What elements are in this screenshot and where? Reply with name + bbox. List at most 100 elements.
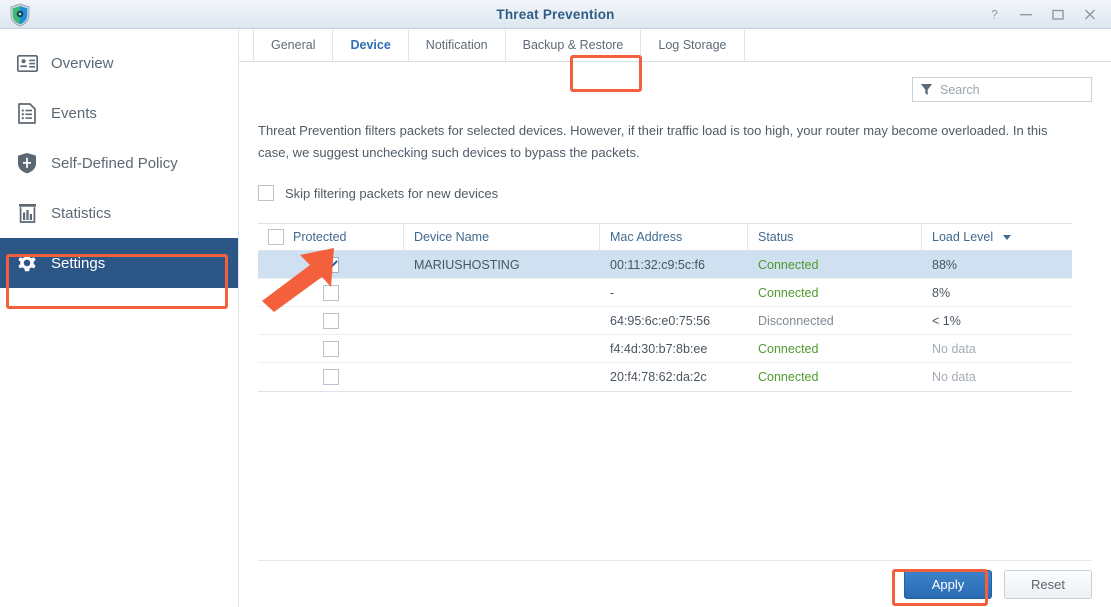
select-all-checkbox[interactable] <box>268 229 284 245</box>
protected-checkbox-row-4[interactable] <box>323 340 339 357</box>
sidebar-item-label: Statistics <box>51 204 112 222</box>
filter-icon <box>920 83 933 96</box>
row-device-name <box>404 335 600 363</box>
row-device-name <box>404 279 600 307</box>
tab-label: Device <box>350 38 391 52</box>
tab-general[interactable]: General <box>253 29 334 61</box>
row-status: Connected <box>758 257 819 272</box>
row-load-level: 8% <box>932 285 951 300</box>
sort-desc-icon <box>1003 234 1012 240</box>
apply-button[interactable]: Apply <box>904 569 992 599</box>
row-mac-address: 20:f4:78:62:da:2c <box>610 370 707 384</box>
skip-filtering-row[interactable]: Skip filtering packets for new devices <box>258 185 1092 201</box>
svg-text:?: ? <box>991 8 998 21</box>
tab-backup-restore[interactable]: Backup & Restore <box>506 29 642 61</box>
column-header-status[interactable]: Status <box>748 223 922 251</box>
close-button[interactable] <box>1075 2 1105 28</box>
row-status: Disconnected <box>758 313 834 328</box>
table-row[interactable]: MARIUSHOSTING 00:11:32:c9:5c:f6 Connecte… <box>258 251 1072 279</box>
sidebar: Overview Events Self-Defined Policy Stat… <box>0 29 239 607</box>
help-button[interactable]: ? <box>979 2 1009 28</box>
row-load-level: No data <box>932 341 976 356</box>
tab-label: Log Storage <box>658 38 727 52</box>
maximize-button[interactable] <box>1043 2 1073 28</box>
row-mac-address: 64:95:6c:e0:75:56 <box>610 313 711 328</box>
window-body: Overview Events Self-Defined Policy Stat… <box>0 29 1111 607</box>
row-load-level: No data <box>932 370 976 384</box>
row-status: Connected <box>758 341 819 356</box>
column-header-load-level[interactable]: Load Level <box>922 224 1072 251</box>
reset-button[interactable]: Reset <box>1004 569 1092 599</box>
search-input[interactable]: Search <box>912 77 1092 102</box>
title-bar: Threat Prevention ? <box>0 0 1111 29</box>
reset-label: Reset <box>1031 576 1065 592</box>
row-device-name <box>404 363 600 391</box>
row-protected-cell[interactable] <box>258 279 404 307</box>
column-label: Load Level <box>932 230 994 244</box>
content-area: Search Threat Prevention filters packets… <box>239 62 1111 560</box>
window-controls: ? <box>979 0 1105 29</box>
table-row[interactable]: 64:95:6c:e0:75:56 Disconnected < 1% <box>258 307 1072 335</box>
tab-bar: General Device Notification Backup & Res… <box>239 29 1111 62</box>
sidebar-item-label: Events <box>51 104 97 122</box>
column-header-device-name[interactable]: Device Name <box>404 223 600 251</box>
skip-filtering-label: Skip filtering packets for new devices <box>285 185 499 201</box>
tab-log-storage[interactable]: Log Storage <box>641 29 745 61</box>
sidebar-item-label: Overview <box>51 54 114 72</box>
minimize-button[interactable] <box>1011 2 1041 28</box>
row-status: Connected <box>758 370 819 384</box>
search-placeholder: Search <box>940 82 980 97</box>
tab-label: General <box>271 38 316 52</box>
protected-checkbox-row-2[interactable] <box>323 284 339 301</box>
table-row[interactable]: - Connected 8% <box>258 279 1072 307</box>
sidebar-item-overview[interactable]: Overview <box>0 38 238 88</box>
document-list-icon <box>16 102 38 124</box>
protected-checkbox-row-5[interactable] <box>323 369 339 385</box>
device-table: Protected Device Name Mac Address Status <box>258 223 1072 392</box>
id-card-icon <box>16 52 38 74</box>
column-header-mac-address[interactable]: Mac Address <box>600 223 748 251</box>
protected-checkbox-row-3[interactable] <box>323 312 339 329</box>
row-protected-cell[interactable] <box>258 335 404 363</box>
tab-notification[interactable]: Notification <box>409 29 506 61</box>
threat-prevention-window: Threat Prevention ? Overview Events Self… <box>0 0 1111 607</box>
column-header-protected[interactable]: Protected <box>258 223 404 251</box>
sidebar-item-self-defined-policy[interactable]: Self-Defined Policy <box>0 138 238 188</box>
row-protected-cell[interactable] <box>258 251 404 279</box>
skip-filtering-checkbox[interactable] <box>258 185 274 201</box>
protected-checkbox-row-1[interactable] <box>323 256 339 273</box>
row-load-level: 88% <box>932 257 958 272</box>
sidebar-item-settings[interactable]: Settings <box>0 238 238 288</box>
window-title: Threat Prevention <box>496 6 615 22</box>
shield-icon <box>16 152 38 174</box>
column-label: Mac Address <box>610 230 683 244</box>
footer-bar: Apply Reset <box>258 560 1092 607</box>
apply-label: Apply <box>931 576 965 592</box>
table-row[interactable]: 20:f4:78:62:da:2c Connected No data <box>258 363 1072 391</box>
shield-icon <box>7 2 33 28</box>
tab-label: Backup & Restore <box>522 38 624 52</box>
tab-device[interactable]: Device <box>333 29 409 61</box>
tab-label: Notification <box>425 38 488 52</box>
row-protected-cell[interactable] <box>258 307 404 335</box>
sidebar-item-statistics[interactable]: Statistics <box>0 188 238 238</box>
gear-icon <box>16 252 38 274</box>
column-label: Device Name <box>414 230 490 244</box>
main-panel: General Device Notification Backup & Res… <box>239 29 1111 607</box>
row-mac-address: f4:4d:30:b7:8b:ee <box>610 341 708 356</box>
column-label: Protected <box>293 230 347 244</box>
description-text: Threat Prevention filters packets for se… <box>258 123 1048 160</box>
row-load-level: < 1% <box>932 313 961 328</box>
row-mac-address: - <box>610 285 615 300</box>
sidebar-item-events[interactable]: Events <box>0 88 238 138</box>
row-mac-address: 00:11:32:c9:5c:f6 <box>610 257 705 272</box>
table-row[interactable]: f4:4d:30:b7:8b:ee Connected No data <box>258 335 1072 363</box>
sidebar-item-label: Settings <box>51 254 106 272</box>
row-protected-cell[interactable] <box>258 363 404 391</box>
table-header-row: Protected Device Name Mac Address Status <box>258 223 1072 251</box>
sidebar-item-label: Self-Defined Policy <box>51 154 178 172</box>
chart-icon <box>16 202 38 224</box>
search-row: Search <box>258 62 1092 102</box>
row-device-name <box>404 307 600 335</box>
column-label: Status <box>758 230 794 244</box>
